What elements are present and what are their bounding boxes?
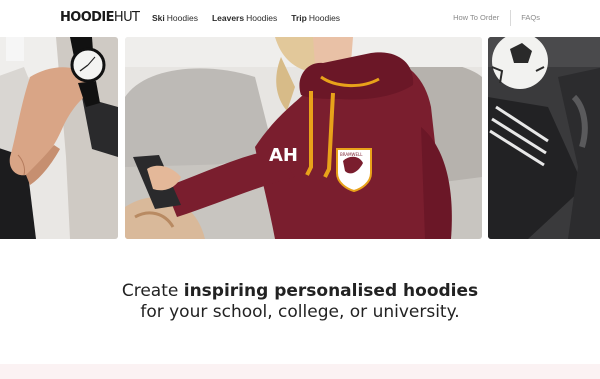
headline-emphasis: inspiring personalised hoodies	[183, 281, 479, 301]
nav-item-label: Hoodies	[308, 13, 341, 23]
main-nav: Ski Hoodies Leavers Hoodies Trip Hoodies	[152, 12, 354, 24]
nav-item-label: Hoodies	[246, 13, 278, 23]
nav-item-bold: Trip	[291, 13, 307, 23]
carousel-slide-hoodie[interactable]: AH BRAMWELL	[125, 37, 482, 239]
faqs-link[interactable]: FAQs	[521, 10, 540, 26]
hoodie-initials: AH	[269, 145, 298, 166]
nav-item-label: Hoodies	[166, 13, 198, 23]
carousel-slide-football[interactable]	[488, 37, 600, 239]
watch-photo	[0, 37, 118, 239]
hoodiehut-logo[interactable]: HOODIEHUT	[60, 10, 140, 25]
carousel-slide-watch[interactable]	[0, 37, 118, 239]
hero-carousel: AH BRAMWELL	[0, 37, 600, 239]
secondary-nav: How To Order FAQs	[453, 10, 540, 26]
logo-bold-text: HOODIE	[60, 10, 115, 25]
nav-item-ski-hoodies[interactable]: Ski Hoodies	[152, 12, 198, 24]
headline-line-1: Create inspiring personalised hoodies	[0, 281, 600, 302]
crest-text: BRAMWELL	[340, 152, 363, 157]
headline-prefix: Create	[121, 281, 179, 301]
nav-item-trip-hoodies[interactable]: Trip Hoodies	[291, 12, 340, 24]
football-photo	[488, 37, 600, 239]
hoodie-photo: AH BRAMWELL	[125, 37, 482, 239]
bottom-band	[0, 364, 600, 379]
how-to-order-link[interactable]: How To Order	[453, 10, 499, 26]
nav-item-bold: Ski	[152, 13, 165, 23]
nav-divider	[510, 10, 512, 26]
nav-item-leavers-hoodies[interactable]: Leavers Hoodies	[212, 12, 277, 24]
logo-light-text: HUT	[113, 10, 140, 25]
hero-headline: Create inspiring personalised hoodies fo…	[0, 281, 600, 323]
site-header: HOODIEHUT Ski Hoodies Leavers Hoodies Trip…	[0, 0, 600, 37]
nav-item-bold: Leavers	[211, 13, 245, 23]
headline-line-2: for your school, college, or university.	[140, 302, 460, 322]
